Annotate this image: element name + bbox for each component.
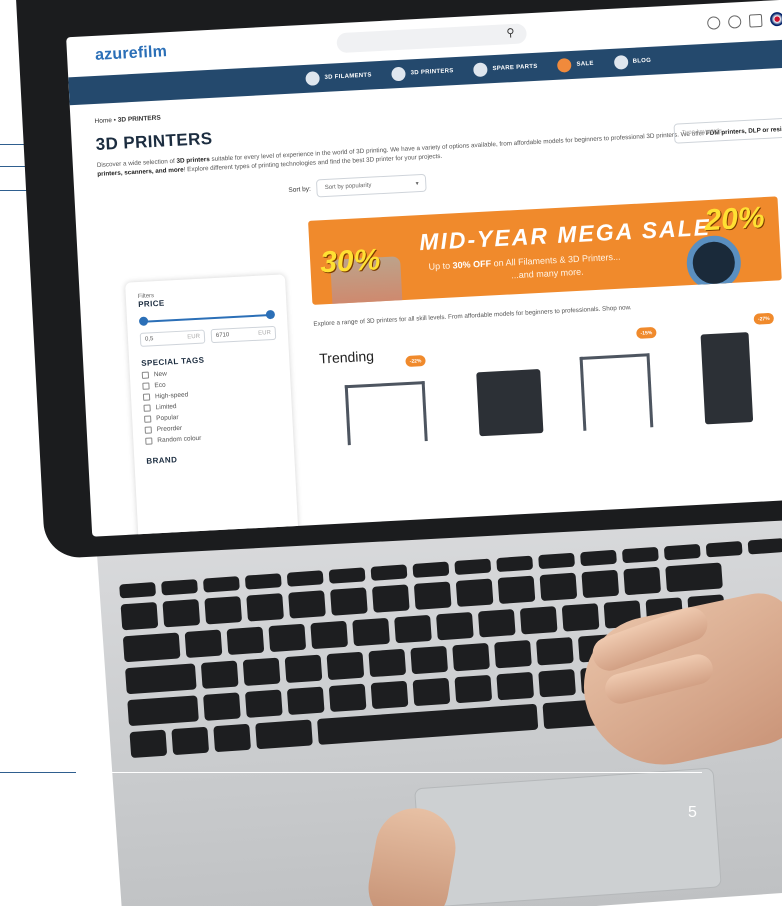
- tag-label: Eco: [154, 381, 166, 390]
- tag-label: Popular: [156, 414, 179, 423]
- banner-title: MID-YEAR MEGA SALE: [418, 213, 712, 256]
- uk-flag-icon[interactable]: [770, 11, 782, 27]
- promo-banner[interactable]: 30% MID-YEAR MEGA SALE Up to 30% OFF on …: [308, 196, 782, 305]
- price-slider[interactable]: [138, 308, 276, 329]
- tag-label: Limited: [155, 403, 177, 412]
- price-min-input[interactable]: 0,5 EUR: [139, 329, 206, 347]
- laptop-screen: azurefilm ⚲ ⌄ 3D FILAMENTS 3D PRINTERS S…: [66, 0, 782, 537]
- nav-label: 3D FILAMENTS: [324, 72, 372, 81]
- discount-badge: -22%: [405, 355, 426, 368]
- nav-label: SALE: [576, 60, 594, 68]
- tag-label: New: [153, 370, 168, 379]
- checkbox[interactable]: [143, 404, 151, 412]
- explore-text: Explore a range of 3D printers for all s…: [313, 304, 632, 328]
- printer-image: [700, 332, 754, 425]
- banner-discount-left: 30%: [319, 243, 382, 280]
- printer-image: [476, 369, 544, 437]
- nav-item-3d-printers[interactable]: 3D PRINTERS: [391, 64, 454, 82]
- price-max-value: 6710: [215, 332, 230, 339]
- tag-label: Random colour: [157, 434, 202, 445]
- filters-panel: Filters PRICE 0,5 EUR 6710 EUR SPECIAL TAG…: [125, 274, 299, 537]
- checkbox[interactable]: [144, 426, 152, 434]
- nav-item-sale[interactable]: SALE: [557, 57, 594, 73]
- tag-label: Preorder: [156, 424, 183, 434]
- banner-sub-text: Up to: [428, 260, 453, 272]
- wishlist-icon[interactable]: [728, 14, 742, 29]
- printer-image: [579, 353, 654, 431]
- checkbox[interactable]: [142, 393, 151, 401]
- nav-label: 3D PRINTERS: [410, 68, 454, 77]
- tag-checkbox-random-colour[interactable]: Random colour: [145, 431, 281, 445]
- bottom-rule-right: [76, 772, 702, 773]
- trending-heading: Trending: [318, 347, 375, 367]
- nav-item-blog[interactable]: BLOG: [613, 54, 651, 70]
- checkbox[interactable]: [141, 371, 150, 379]
- header-icons: ⌄: [707, 11, 782, 30]
- nav-item-spare-parts[interactable]: SPARE PARTS: [473, 60, 538, 78]
- laptop-lid: azurefilm ⚲ ⌄ 3D FILAMENTS 3D PRINTERS S…: [14, 0, 782, 560]
- banner-sub-bold: 30% OFF: [452, 258, 492, 271]
- discount-badge: -27%: [753, 312, 775, 325]
- currency-label: EUR: [258, 330, 272, 337]
- breadcrumb-current: 3D PRINTERS: [117, 114, 161, 124]
- checkbox[interactable]: [145, 437, 153, 445]
- breadcrumb-separator: •: [113, 116, 117, 124]
- discount-badge: -15%: [636, 326, 657, 339]
- price-inputs: 0,5 EUR 6710 EUR: [139, 325, 277, 347]
- page-number: 5: [688, 804, 697, 821]
- account-icon[interactable]: [707, 15, 722, 30]
- slider-max-handle[interactable]: [265, 309, 276, 320]
- banner-subtitle-2: ...and many more.: [510, 266, 584, 281]
- price-max-input[interactable]: 6710 EUR: [210, 325, 277, 344]
- blog-icon: [613, 55, 629, 70]
- header-search-input[interactable]: ⚲: [336, 23, 528, 54]
- slide: azurefilm ⚲ ⌄ 3D FILAMENTS 3D PRINTERS S…: [0, 0, 782, 906]
- tag-label: High-speed: [154, 391, 189, 401]
- brand-heading: BRAND: [146, 455, 178, 466]
- printer-image: [344, 381, 428, 446]
- trackpad: [414, 767, 722, 906]
- filament-icon: [305, 71, 320, 86]
- checkbox[interactable]: [142, 382, 150, 390]
- intro-bold: 3D printers: [176, 156, 210, 165]
- sort-value: Sort by popularity: [324, 182, 372, 192]
- sort-select[interactable]: Sort by popularity ▾: [316, 173, 428, 198]
- breadcrumb-home[interactable]: Home: [94, 117, 112, 125]
- sort-label: Sort by:: [288, 185, 311, 194]
- nav-label: SPARE PARTS: [492, 63, 538, 73]
- banner-discount-right: 20%: [703, 201, 766, 238]
- keyword-placeholder: Type keywords: [681, 128, 723, 137]
- bottom-rule-left: [0, 772, 76, 773]
- slider-track: [143, 314, 271, 323]
- checkbox[interactable]: [144, 415, 152, 423]
- spare-parts-icon: [473, 62, 488, 78]
- nav-item-3d-filaments[interactable]: 3D FILAMENTS: [305, 68, 372, 86]
- currency-label: EUR: [187, 333, 201, 341]
- banner-sub-text: on All Filaments & 3D Printers...: [490, 251, 621, 269]
- nav-label: BLOG: [632, 57, 652, 65]
- printer-icon: [391, 66, 407, 82]
- price-min-value: 0,5: [144, 336, 154, 343]
- cart-icon[interactable]: [749, 13, 763, 28]
- slider-min-handle[interactable]: [138, 316, 149, 326]
- site-logo[interactable]: azurefilm: [95, 43, 168, 65]
- filament-spool-image: [685, 234, 743, 292]
- search-icon[interactable]: ⚲: [506, 26, 515, 39]
- chevron-down-icon: ▾: [415, 180, 419, 188]
- sale-icon: [557, 57, 572, 73]
